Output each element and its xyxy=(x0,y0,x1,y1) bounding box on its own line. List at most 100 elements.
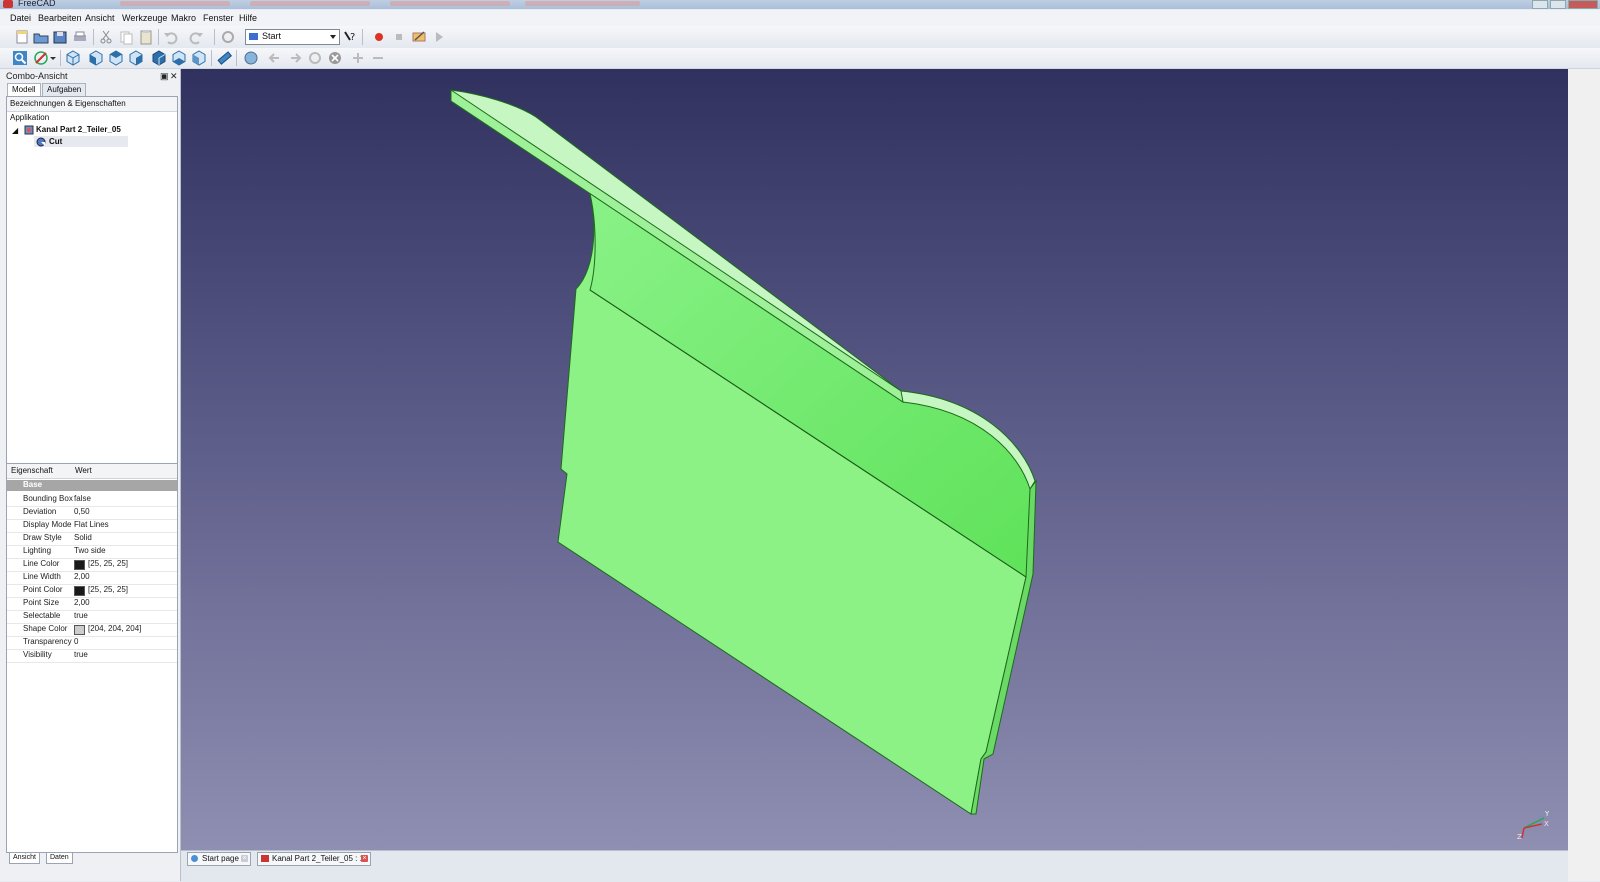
view-isometric-icon[interactable] xyxy=(65,50,81,66)
property-group-base[interactable]: Base xyxy=(7,480,177,491)
whats-this-help-icon[interactable]: ? xyxy=(342,29,358,45)
close-tab-icon[interactable]: × xyxy=(241,855,248,862)
property-value[interactable]: false xyxy=(74,494,91,503)
property-row[interactable]: Draw Style Solid xyxy=(7,532,177,546)
property-row[interactable]: Selectable true xyxy=(7,610,177,624)
menu-hilfe[interactable]: Hilfe xyxy=(239,13,257,23)
close-tab-icon[interactable]: × xyxy=(361,855,368,862)
tab-start-page[interactable]: Start page × xyxy=(187,852,251,866)
property-value[interactable]: 2,00 xyxy=(74,572,90,581)
tab-aufgaben[interactable]: Aufgaben xyxy=(42,83,87,96)
point-color-swatch[interactable] xyxy=(74,586,85,596)
copy-icon[interactable] xyxy=(118,29,134,45)
property-name: Selectable xyxy=(23,611,61,620)
3d-viewport[interactable]: Y X Z xyxy=(181,69,1568,850)
tab-ansicht[interactable]: Ansicht xyxy=(9,852,40,864)
property-value[interactable]: Flat Lines xyxy=(74,520,109,529)
shape-color-swatch[interactable] xyxy=(74,625,85,635)
menu-datei[interactable]: Datei xyxy=(10,13,31,23)
view-front-icon[interactable] xyxy=(88,50,104,66)
3d-model-canvas[interactable] xyxy=(181,69,1568,850)
collapse-arrow-icon[interactable]: ◢ xyxy=(12,126,18,135)
property-value[interactable]: [25, 25, 25] xyxy=(88,559,128,568)
menu-fenster[interactable]: Fenster xyxy=(203,13,234,23)
web-home-icon[interactable] xyxy=(243,50,259,66)
property-row[interactable]: Point Size 2,00 xyxy=(7,597,177,611)
minimize-button[interactable] xyxy=(1532,0,1548,9)
close-panel-icon[interactable]: ✕ xyxy=(170,71,178,82)
toolbar-separator xyxy=(236,50,237,66)
run-macro-icon[interactable] xyxy=(431,29,447,45)
workbench-selector[interactable]: Start xyxy=(245,29,340,45)
view-bottom-icon[interactable] xyxy=(171,50,187,66)
property-value[interactable]: 2,00 xyxy=(74,598,90,607)
property-row[interactable]: Bounding Box false xyxy=(7,493,177,507)
save-icon[interactable] xyxy=(52,29,68,45)
float-panel-icon[interactable]: ▣ xyxy=(160,71,169,82)
close-window-button[interactable] xyxy=(1568,0,1598,9)
refresh-icon[interactable] xyxy=(220,29,236,45)
view-rear-icon[interactable] xyxy=(151,50,167,66)
web-back-icon[interactable] xyxy=(267,50,283,66)
web-refresh-icon[interactable] xyxy=(307,50,323,66)
tree-object-item[interactable]: Cut xyxy=(49,137,62,146)
property-value[interactable]: Solid xyxy=(74,533,92,542)
property-value[interactable]: [25, 25, 25] xyxy=(88,585,128,594)
view-top-icon[interactable] xyxy=(108,50,124,66)
print-icon[interactable] xyxy=(72,29,88,45)
line-color-swatch[interactable] xyxy=(74,560,85,570)
toolbar-separator xyxy=(214,29,215,45)
draw-style-icon[interactable] xyxy=(33,50,49,66)
zoom-in-icon[interactable] xyxy=(350,50,366,66)
undo-icon[interactable] xyxy=(163,29,179,45)
new-file-icon[interactable] xyxy=(14,29,30,45)
property-value[interactable]: true xyxy=(74,611,88,620)
view-left-icon[interactable] xyxy=(191,50,207,66)
menu-ansicht[interactable]: Ansicht xyxy=(85,13,115,23)
property-row[interactable]: Shape Color [204, 204, 204] xyxy=(7,623,177,637)
web-stop-icon[interactable] xyxy=(327,50,343,66)
property-value[interactable]: 0,50 xyxy=(74,507,90,516)
menu-bearbeiten[interactable]: Bearbeiten xyxy=(38,13,82,23)
view-toolbar xyxy=(0,48,1600,69)
property-value[interactable]: Two side xyxy=(74,546,106,555)
property-row[interactable]: Transparency 0 xyxy=(7,636,177,650)
property-header-name: Eigenschaft xyxy=(11,466,53,475)
tab-modell[interactable]: Modell xyxy=(7,83,41,96)
stop-macro-icon[interactable] xyxy=(391,29,407,45)
tab-daten[interactable]: Daten xyxy=(46,852,73,864)
redo-icon[interactable] xyxy=(188,29,204,45)
menu-makro[interactable]: Makro xyxy=(171,13,196,23)
chevron-down-icon[interactable] xyxy=(49,50,57,66)
property-value[interactable]: 0 xyxy=(74,637,78,646)
property-name: Point Size xyxy=(23,598,60,607)
tab-document-view[interactable]: Kanal Part 2_Teiler_05 : 1 × xyxy=(257,852,371,866)
paste-icon[interactable] xyxy=(138,29,154,45)
measure-distance-icon[interactable] xyxy=(216,50,232,66)
property-row[interactable]: Line Width 2,00 xyxy=(7,571,177,585)
property-header-value: Wert xyxy=(75,466,92,475)
edit-macro-icon[interactable] xyxy=(411,29,427,45)
property-row[interactable]: Deviation 0,50 xyxy=(7,506,177,520)
toolbar-separator xyxy=(60,50,61,66)
view-right-icon[interactable] xyxy=(128,50,144,66)
property-row[interactable]: Point Color [25, 25, 25] xyxy=(7,584,177,598)
property-value[interactable]: [204, 204, 204] xyxy=(88,624,141,633)
zoom-out-icon[interactable] xyxy=(370,50,386,66)
menu-werkzeuge[interactable]: Werkzeuge xyxy=(122,13,167,23)
open-folder-icon[interactable] xyxy=(33,29,49,45)
freecad-doc-icon xyxy=(261,855,269,862)
property-row[interactable]: Lighting Two side xyxy=(7,545,177,559)
tree-document-item[interactable]: Kanal Part 2_Teiler_05 xyxy=(36,125,121,134)
record-macro-icon[interactable] xyxy=(371,29,387,45)
cut-icon[interactable] xyxy=(98,29,114,45)
property-value[interactable]: true xyxy=(74,650,88,659)
property-row[interactable]: Display Mode Flat Lines xyxy=(7,519,177,533)
toolbar-separator xyxy=(362,29,363,45)
fit-all-icon[interactable] xyxy=(12,50,28,66)
web-forward-icon[interactable] xyxy=(287,50,303,66)
property-row[interactable]: Line Color [25, 25, 25] xyxy=(7,558,177,572)
property-row[interactable]: Visibility true xyxy=(7,649,177,663)
right-scroll-area[interactable] xyxy=(1568,69,1600,881)
maximize-button[interactable] xyxy=(1550,0,1566,9)
